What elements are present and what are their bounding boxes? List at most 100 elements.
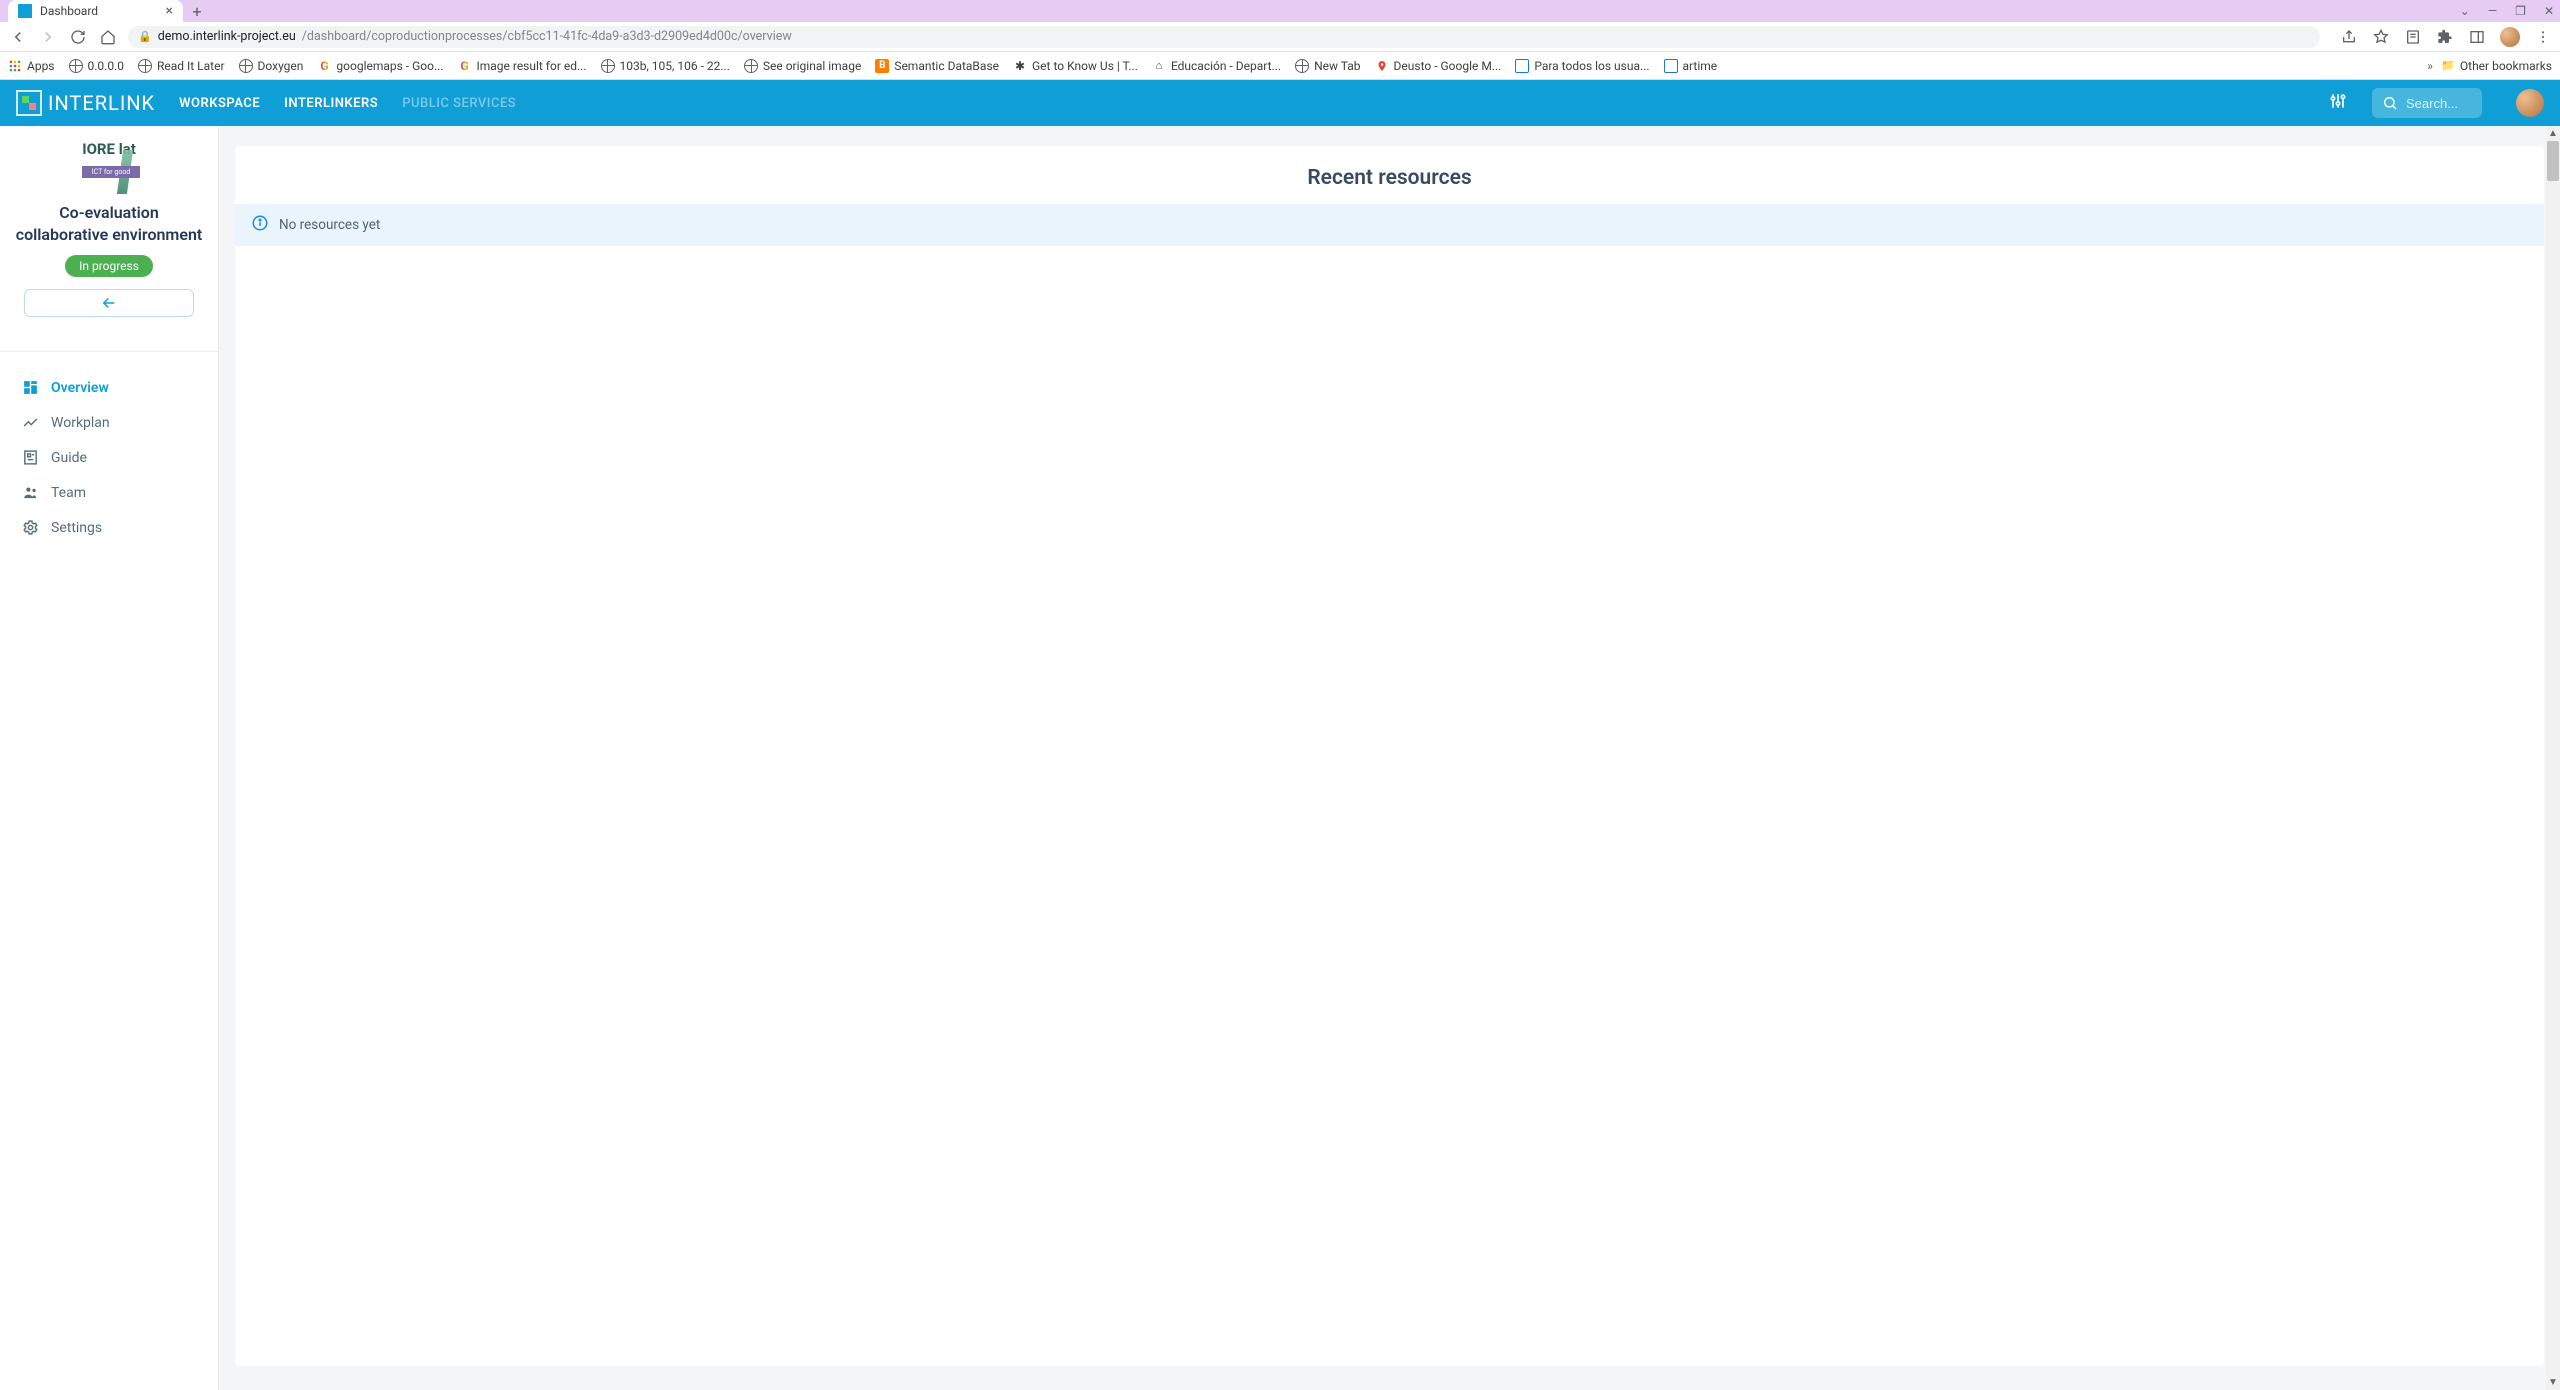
sidebar-item-label: Workplan	[51, 415, 110, 431]
back-button[interactable]	[24, 289, 194, 317]
bookmark-item[interactable]: Deusto - Google M...	[1375, 59, 1502, 73]
bookmark-label: Doxygen	[258, 59, 304, 73]
bookmark-icon: G	[317, 59, 331, 73]
close-window-icon[interactable]: ✕	[2544, 4, 2554, 18]
bookmark-item[interactable]: See original image	[744, 59, 861, 73]
status-chip: In progress	[65, 255, 153, 277]
bookmark-label: Deusto - Google M...	[1394, 59, 1502, 73]
forward-icon[interactable]	[38, 27, 58, 47]
folder-icon: 📁	[2441, 59, 2455, 73]
people-icon	[22, 484, 39, 501]
url-path: /dashboard/coproductionprocesses/cbf5cc1…	[302, 29, 792, 44]
sidebar-item-overview[interactable]: Overview	[0, 370, 218, 405]
lock-icon: 🔒	[138, 30, 152, 43]
bookmark-icon: ✱	[1013, 59, 1027, 73]
bookmark-icon	[1515, 59, 1529, 73]
bookmark-icon	[744, 59, 758, 73]
kebab-menu-icon[interactable]	[2534, 28, 2552, 46]
timeline-icon	[22, 414, 39, 431]
bookmark-label: See original image	[763, 59, 861, 73]
sidebar-item-label: Guide	[51, 450, 87, 466]
star-icon[interactable]	[2372, 28, 2390, 46]
dashboard-icon	[22, 379, 39, 396]
bookmark-label: 103b, 105, 106 - 22...	[620, 59, 730, 73]
main-content: Recent resources No resources yet ▲ ▼	[219, 126, 2560, 1390]
app-logo-text: INTERLINK	[48, 91, 155, 115]
bookmark-item[interactable]: Ggooglemaps - Goo...	[317, 59, 443, 73]
bookmark-item[interactable]: New Tab	[1295, 59, 1360, 73]
caret-down-icon[interactable]: ⌄	[2460, 4, 2470, 18]
bookmarks-bar: Apps 0.0.0.0 Read It Later Doxygen Ggooglema…	[0, 52, 2560, 80]
address-bar[interactable]: 🔒 demo.interlink-project.eu/dashboard/co…	[128, 26, 2320, 48]
bookmark-label: 0.0.0.0	[88, 59, 124, 73]
reader-icon[interactable]	[2404, 28, 2422, 46]
empty-state-text: No resources yet	[279, 217, 380, 233]
tuning-icon[interactable]	[2328, 91, 2348, 115]
bookmark-item[interactable]: Para todos los usua...	[1515, 59, 1649, 73]
scrollbar-thumb[interactable]	[2547, 141, 2559, 181]
url-host: demo.interlink-project.eu	[158, 29, 296, 44]
share-icon[interactable]	[2340, 28, 2358, 46]
bookmark-item[interactable]: artime	[1664, 59, 1718, 73]
sidebar-item-workplan[interactable]: Workplan	[0, 405, 218, 440]
header-nav-workspace[interactable]: WORKSPACE	[179, 96, 260, 111]
search-field[interactable]	[2372, 88, 2482, 118]
sidebar-item-settings[interactable]: Settings	[0, 510, 218, 545]
search-input[interactable]	[2406, 96, 2472, 111]
reload-icon[interactable]	[68, 27, 88, 47]
maximize-icon[interactable]: ❐	[2515, 4, 2526, 18]
home-icon[interactable]	[98, 27, 118, 47]
profile-avatar-icon[interactable]	[2500, 27, 2520, 47]
scroll-up-icon[interactable]: ▲	[2548, 128, 2558, 139]
sidebar-item-label: Settings	[51, 520, 102, 536]
vertical-scrollbar[interactable]: ▲ ▼	[2546, 126, 2560, 1390]
bookmark-label: Semantic DataBase	[894, 59, 999, 73]
window-controls: ⌄ — ❐ ✕	[2460, 0, 2554, 22]
sidebar-item-label: Team	[51, 485, 86, 501]
bookmark-item[interactable]: ✱ Get to Know Us | T...	[1013, 59, 1138, 73]
bookmark-item[interactable]: Doxygen	[239, 59, 304, 73]
user-avatar[interactable]	[2516, 89, 2544, 117]
other-bookmarks-label: Other bookmarks	[2460, 59, 2552, 73]
bookmark-item[interactable]: Apps	[8, 59, 55, 73]
bookmark-item[interactable]: 0.0.0.0	[69, 59, 124, 73]
org-logo: IORE lat ICT for good	[74, 140, 144, 196]
bookmark-label: Read It Later	[157, 59, 225, 73]
bookmark-label: Educación - Depart...	[1171, 59, 1281, 73]
bookmark-label: googlemaps - Goo...	[336, 59, 443, 73]
bookmark-item[interactable]: BSemantic DataBase	[875, 59, 999, 73]
back-icon[interactable]	[8, 27, 28, 47]
scroll-down-icon[interactable]: ▼	[2548, 1377, 2558, 1388]
new-tab-button[interactable]: +	[183, 0, 211, 22]
sidebar-item-label: Overview	[51, 380, 109, 396]
app-logo[interactable]: INTERLINK	[16, 90, 155, 116]
browser-titlebar: Dashboard × + ⌄ — ❐ ✕	[0, 0, 2560, 22]
tab-title: Dashboard	[40, 4, 98, 18]
bookmark-item[interactable]: GImage result for ed...	[457, 59, 586, 73]
project-title: Co-evaluation collaborative environment	[10, 202, 208, 245]
tab-close-icon[interactable]: ×	[166, 3, 173, 19]
bookmark-icon	[239, 59, 253, 73]
toolbar-right	[2340, 27, 2552, 47]
resources-card: Recent resources No resources yet	[235, 146, 2544, 1366]
header-nav-interlinkers[interactable]: INTERLINKERS	[284, 96, 378, 111]
bookmark-label: artime	[1683, 59, 1718, 73]
bookmark-label: Get to Know Us | T...	[1032, 59, 1138, 73]
info-icon	[251, 214, 269, 236]
bookmark-item[interactable]: ⌂Educación - Depart...	[1152, 59, 1281, 73]
bookmark-overflow-icon[interactable]: »	[2427, 59, 2433, 73]
app-header: INTERLINK WORKSPACE INTERLINKERS PUBLIC SE…	[0, 80, 2560, 126]
sidepanel-icon[interactable]	[2468, 28, 2486, 46]
bookmark-label: Apps	[27, 59, 55, 73]
header-nav-public-services[interactable]: PUBLIC SERVICES	[402, 96, 516, 111]
bookmark-icon	[1375, 59, 1389, 73]
sidebar-item-team[interactable]: Team	[0, 475, 218, 510]
extensions-icon[interactable]	[2436, 28, 2454, 46]
bookmark-icon	[1664, 59, 1678, 73]
browser-tab[interactable]: Dashboard ×	[8, 0, 183, 22]
bookmark-item[interactable]: 103b, 105, 106 - 22...	[601, 59, 730, 73]
other-bookmarks[interactable]: 📁 Other bookmarks	[2441, 59, 2552, 73]
minimize-icon[interactable]: —	[2488, 4, 2497, 18]
sidebar-item-guide[interactable]: Guide	[0, 440, 218, 475]
bookmark-item[interactable]: Read It Later	[138, 59, 225, 73]
